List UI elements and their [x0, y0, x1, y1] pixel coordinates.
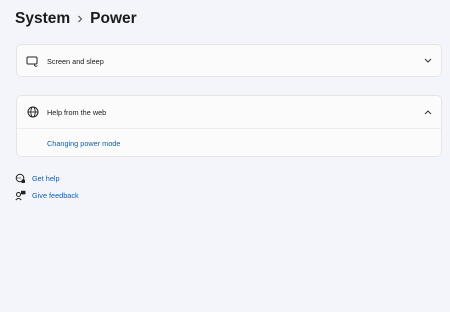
- get-help-label: Get help: [32, 173, 60, 183]
- chevron-down-icon[interactable]: [423, 56, 433, 66]
- screen-sleep-card[interactable]: Screen and sleep: [16, 44, 442, 77]
- chevron-right-icon: [70, 8, 90, 30]
- give-feedback-icon: [15, 190, 26, 201]
- help-web-card: Help from the web Changing power mode: [16, 95, 442, 157]
- page-title: Power: [90, 10, 137, 27]
- give-feedback-link[interactable]: Give feedback: [15, 189, 79, 201]
- screen-sleep-title: Screen and sleep: [47, 56, 104, 66]
- get-help-icon: [15, 173, 26, 184]
- help-web-header[interactable]: Help from the web: [17, 96, 441, 128]
- get-help-link[interactable]: Get help: [15, 172, 60, 184]
- screen-sleep-icon: [25, 53, 40, 68]
- breadcrumb-system[interactable]: System: [15, 10, 70, 28]
- chevron-up-icon[interactable]: [423, 107, 433, 117]
- changing-power-mode-link[interactable]: Changing power mode: [47, 139, 120, 148]
- help-web-body: Changing power mode: [17, 129, 441, 157]
- globe-icon: [25, 104, 40, 119]
- screen-sleep-header[interactable]: Screen and sleep: [17, 45, 441, 77]
- breadcrumb: System Power: [15, 8, 137, 30]
- give-feedback-label: Give feedback: [32, 190, 79, 200]
- help-web-title: Help from the web: [47, 107, 107, 117]
